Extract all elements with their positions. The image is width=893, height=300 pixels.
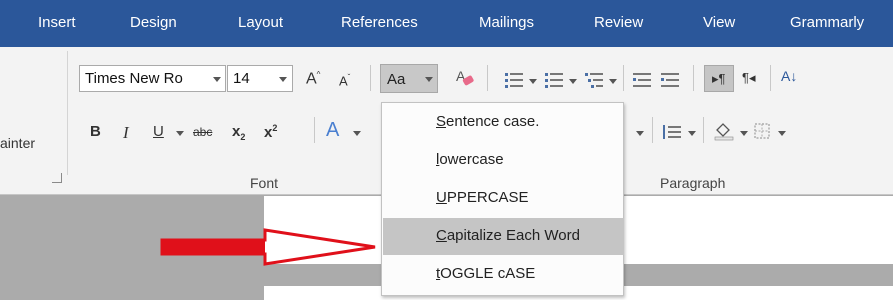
strikethrough-icon: abc [193,125,213,139]
grow-font-button[interactable]: A^ [306,71,320,87]
shading-bucket-icon [714,123,734,141]
format-painter-label[interactable]: ainter [0,135,35,151]
ribbon-tab-bar: Insert Design Layout References Mailings… [0,0,893,47]
borders-icon [754,123,770,139]
strikethrough-button[interactable]: abc [193,126,212,138]
numbering-icon[interactable] [545,73,563,88]
tab-references[interactable]: References [341,0,418,47]
change-case-button[interactable]: Aa [380,64,438,93]
decrease-indent-icon[interactable] [633,73,651,87]
text-effects-button[interactable]: A [326,120,339,140]
shrink-font-button[interactable]: Aˇ [339,73,350,89]
chevron-down-icon[interactable] [176,131,184,136]
text-effects-icon: A [326,119,340,141]
shading-button[interactable] [713,121,735,144]
bold-icon: B [90,123,101,140]
chevron-down-icon [425,77,433,82]
separator [703,117,704,143]
chevron-down-icon[interactable] [569,79,577,84]
menu-item-lowercase[interactable]: lowercase [383,142,624,179]
annotation-arrow-icon [160,228,376,266]
font-name-combo[interactable]: Times New Ro [79,65,226,92]
subscript-button[interactable]: x2 [232,124,245,142]
shrink-font-icon: A [339,73,348,89]
tab-review[interactable]: Review [594,0,643,47]
menu-item-label: Sentence case. [436,113,540,130]
font-group-label: Font [250,175,279,191]
separator [770,65,771,91]
clipboard-dialog-launcher-icon[interactable] [52,173,62,183]
superscript-button[interactable]: x2 [264,124,277,141]
separator [652,117,653,143]
chevron-down-icon[interactable] [529,79,537,84]
underline-button[interactable]: U [153,124,164,139]
borders-button[interactable] [754,123,770,142]
tab-mailings[interactable]: Mailings [479,0,534,47]
font-name-value: Times New Ro [85,70,183,87]
chevron-down-icon[interactable] [636,131,644,136]
menu-item-label: tOGGLE cASE [436,265,536,282]
chevron-down-icon[interactable] [279,77,287,82]
sort-button[interactable]: A↓ [781,69,797,83]
grow-font-icon: A [306,70,317,88]
bullets-icon[interactable] [505,73,523,88]
tab-grammarly[interactable]: Grammarly [790,0,864,47]
tab-design[interactable]: Design [130,0,177,47]
change-case-label: Aa [387,71,406,88]
separator [487,65,488,91]
chevron-down-icon[interactable] [353,131,361,136]
rtl-direction-button[interactable]: ¶◂ [742,71,756,84]
tab-layout[interactable]: Layout [238,0,283,47]
italic-icon: I [123,123,129,142]
chevron-down-icon[interactable] [609,79,617,84]
rtl-paragraph-icon: ¶◂ [742,70,756,85]
menu-item-uppercase[interactable]: UPPERCASE [383,180,624,217]
menu-item-sentence-case[interactable]: Sentence case. [383,104,624,141]
separator [370,65,371,91]
paragraph-group-label: Paragraph [660,175,726,191]
menu-item-label: Capitalize Each Word [436,227,580,244]
font-size-value: 14 [233,70,250,87]
sort-icon: A↓ [781,68,798,84]
chevron-down-icon[interactable] [213,77,221,82]
separator [623,65,624,91]
tab-view[interactable]: View [703,0,735,47]
menu-item-label: UPPERCASE [436,189,529,206]
clear-formatting-icon: A [456,68,474,86]
separator [693,65,694,91]
multilevel-list-icon[interactable] [585,73,603,88]
menu-item-capitalize-each-word[interactable]: Capitalize Each Word [383,218,624,255]
increase-indent-icon[interactable] [661,73,679,87]
chevron-down-icon[interactable] [778,131,786,136]
chevron-down-icon[interactable] [688,131,696,136]
menu-item-toggle-case[interactable]: tOGGLE cASE [383,256,624,293]
italic-button[interactable]: I [123,124,129,141]
ltr-paragraph-icon: ▸¶ [712,71,726,86]
change-case-menu: Sentence case. lowercase UPPERCASE Capit… [381,102,624,296]
clear-formatting-button[interactable]: A [455,67,475,92]
group-divider [67,51,68,175]
chevron-down-icon[interactable] [740,131,748,136]
separator [314,117,315,143]
underline-icon: U [153,123,164,140]
ltr-direction-button[interactable]: ▸¶ [704,65,734,92]
bold-button[interactable]: B [90,124,101,139]
menu-item-label: lowercase [436,151,504,168]
line-spacing-icon[interactable] [663,125,681,139]
font-size-combo[interactable]: 14 [227,65,293,92]
tab-insert[interactable]: Insert [38,0,76,47]
